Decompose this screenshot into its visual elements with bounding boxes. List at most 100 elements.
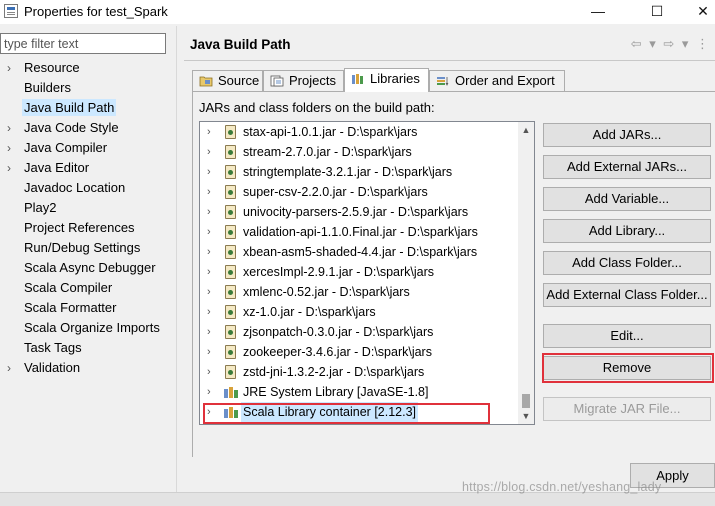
list-item[interactable]: › univocity-parsers-2.5.9.jar - D:\spark\…	[200, 202, 534, 222]
add-library-button[interactable]: Add Library...	[543, 219, 711, 243]
maximize-button[interactable]: ☐	[634, 0, 680, 24]
tab-order-and-export[interactable]: Order and Export	[429, 70, 565, 91]
nav-item-label: Scala Formatter	[24, 300, 117, 315]
library-icon	[224, 407, 238, 418]
chevron-right-icon[interactable]: ›	[207, 222, 211, 242]
nav-item[interactable]: Scala Compiler	[0, 278, 176, 298]
chevron-right-icon[interactable]: ›	[7, 58, 11, 78]
jar-icon	[225, 365, 236, 379]
list-item[interactable]: › stax-api-1.0.1.jar - D:\spark\jars	[200, 122, 534, 142]
nav-item-label: Java Editor	[24, 160, 90, 175]
scroll-up-arrow-icon[interactable]: ▲	[518, 122, 534, 138]
page-title: Java Build Path	[190, 37, 291, 52]
nav-item[interactable]: › Java Editor	[0, 158, 176, 178]
add-jars-button[interactable]: Add JARs...	[543, 123, 711, 147]
edit-button[interactable]: Edit...	[543, 324, 711, 348]
source-folder-icon	[199, 76, 213, 87]
list-item[interactable]: › JRE System Library [JavaSE-1.8]	[200, 382, 534, 402]
chevron-right-icon[interactable]: ›	[7, 158, 11, 178]
list-item-label: xbean-asm5-shaded-4.4.jar - D:\spark\jar…	[243, 245, 478, 259]
remove-button[interactable]: Remove	[543, 356, 711, 380]
list-item[interactable]: › zjsonpatch-0.3.0.jar - D:\spark\jars	[200, 322, 534, 342]
nav-item[interactable]: › Resource	[0, 58, 176, 78]
nav-item[interactable]: Builders	[0, 78, 176, 98]
window-title: Properties for test_Spark	[24, 4, 168, 19]
close-button[interactable]: ✕	[680, 0, 715, 24]
filter-input[interactable]	[0, 33, 166, 54]
nav-item-label: Scala Organize Imports	[24, 320, 160, 335]
chevron-right-icon[interactable]: ›	[207, 402, 211, 422]
minimize-button[interactable]: —	[575, 0, 621, 24]
list-item[interactable]: › xercesImpl-2.9.1.jar - D:\spark\jars	[200, 262, 534, 282]
nav-item[interactable]: Scala Organize Imports	[0, 318, 176, 338]
nav-item[interactable]: Run/Debug Settings	[0, 238, 176, 258]
nav-item[interactable]: Scala Async Debugger	[0, 258, 176, 278]
nav-item[interactable]: Java Build Path	[0, 98, 176, 118]
chevron-right-icon[interactable]: ›	[207, 162, 211, 182]
chevron-right-icon[interactable]: ›	[207, 362, 211, 382]
nav-item[interactable]: › Java Code Style	[0, 118, 176, 138]
list-item[interactable]: › xbean-asm5-shaded-4.4.jar - D:\spark\ja…	[200, 242, 534, 262]
nav-item-label: Run/Debug Settings	[24, 240, 141, 255]
nav-item[interactable]: › Validation	[0, 358, 176, 378]
chevron-right-icon[interactable]: ›	[207, 262, 211, 282]
jar-icon	[225, 225, 236, 239]
chevron-right-icon[interactable]: ›	[7, 118, 11, 138]
chevron-right-icon[interactable]: ›	[207, 122, 211, 142]
projects-icon	[270, 75, 284, 87]
nav-item[interactable]: Play2	[0, 198, 176, 218]
tab-projects[interactable]: Projects	[263, 70, 344, 91]
list-item[interactable]: › stringtemplate-3.2.1.jar - D:\spark\jar…	[200, 162, 534, 182]
add-variable-button[interactable]: Add Variable...	[543, 187, 711, 211]
header-divider	[184, 60, 715, 61]
nav-item[interactable]: Javadoc Location	[0, 178, 176, 198]
order-export-icon	[437, 77, 449, 86]
list-item-label: super-csv-2.2.0.jar - D:\spark\jars	[243, 185, 428, 199]
nav-item-label: Javadoc Location	[24, 180, 126, 195]
nav-item-label: Java Compiler	[24, 140, 108, 155]
chevron-right-icon[interactable]: ›	[207, 202, 211, 222]
pane-splitter[interactable]	[176, 26, 177, 492]
scroll-down-arrow-icon[interactable]: ▼	[518, 408, 534, 424]
list-item-label: JRE System Library [JavaSE-1.8]	[243, 385, 429, 399]
list-item[interactable]: › zookeeper-3.4.6.jar - D:\spark\jars	[200, 342, 534, 362]
build-path-caption: JARs and class folders on the build path…	[199, 100, 435, 115]
tab-source[interactable]: Source	[192, 70, 263, 91]
chevron-right-icon[interactable]: ›	[207, 242, 211, 262]
tab-libraries[interactable]: Libraries	[344, 68, 429, 92]
list-item-label: xmlenc-0.52.jar - D:\spark\jars	[243, 285, 410, 299]
list-item[interactable]: › stream-2.7.0.jar - D:\spark\jars	[200, 142, 534, 162]
chevron-right-icon[interactable]: ›	[207, 302, 211, 322]
chevron-right-icon[interactable]: ›	[207, 382, 211, 402]
chevron-right-icon[interactable]: ›	[207, 282, 211, 302]
libraries-icon	[352, 74, 363, 84]
chevron-right-icon[interactable]: ›	[207, 182, 211, 202]
properties-window-icon	[4, 4, 18, 18]
nav-item[interactable]: › Java Compiler	[0, 138, 176, 158]
add-class-folder-button[interactable]: Add Class Folder...	[543, 251, 711, 275]
nav-item[interactable]: Project References	[0, 218, 176, 238]
nav-item[interactable]: Scala Formatter	[0, 298, 176, 318]
list-item[interactable]: › super-csv-2.2.0.jar - D:\spark\jars	[200, 182, 534, 202]
list-item[interactable]: › validation-api-1.1.0.Final.jar - D:\spa…	[200, 222, 534, 242]
list-item[interactable]: › xmlenc-0.52.jar - D:\spark\jars	[200, 282, 534, 302]
nav-item[interactable]: Task Tags	[0, 338, 176, 358]
chevron-right-icon[interactable]: ›	[7, 358, 11, 378]
list-scrollbar[interactable]: ▲ ▼	[518, 122, 534, 424]
list-item[interactable]: › xz-1.0.jar - D:\spark\jars	[200, 302, 534, 322]
nav-item-label: Java Code Style	[24, 120, 119, 135]
nav-item-label: Validation	[24, 360, 81, 375]
jar-icon	[225, 125, 236, 139]
list-item[interactable]: › Scala Library container [2.12.3]	[200, 402, 534, 422]
build-path-list[interactable]: › stax-api-1.0.1.jar - D:\spark\jars › stre…	[199, 121, 535, 425]
chevron-right-icon[interactable]: ›	[207, 342, 211, 362]
scroll-thumb[interactable]	[522, 394, 530, 408]
add-external-jars-button[interactable]: Add External JARs...	[543, 155, 711, 179]
chevron-right-icon[interactable]: ›	[7, 138, 11, 158]
add-external-class-folder-button[interactable]: Add External Class Folder...	[543, 283, 711, 307]
list-item-label: univocity-parsers-2.5.9.jar - D:\spark\j…	[243, 205, 469, 219]
chevron-right-icon[interactable]: ›	[207, 142, 211, 162]
list-item[interactable]: › zstd-jni-1.3.2-2.jar - D:\spark\jars	[200, 362, 534, 382]
chevron-right-icon[interactable]: ›	[207, 322, 211, 342]
page-navigation-arrows[interactable]: ⇦ ▾ ⇨ ▾ ⋮	[631, 36, 711, 52]
